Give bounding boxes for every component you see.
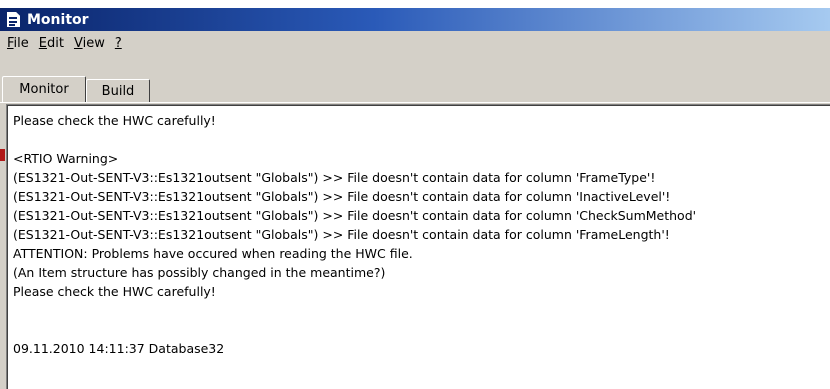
log-line: Please check the HWC carefully! <box>13 113 216 128</box>
tab-monitor[interactable]: Monitor <box>2 76 86 102</box>
log-line: <RTIO Warning> <box>13 151 119 166</box>
menu-bar: File Edit View ? <box>0 31 830 55</box>
log-line: 09.11.2010 14:11:37 Database32 <box>13 341 225 356</box>
tab-divider <box>0 102 830 103</box>
tab-strip: Monitor Build <box>0 55 830 105</box>
menu-help[interactable]: ? <box>110 36 127 51</box>
tab-build-label: Build <box>101 83 135 99</box>
menu-view[interactable]: View <box>69 36 110 51</box>
menu-file[interactable]: File <box>2 36 34 51</box>
menu-edit[interactable]: Edit <box>34 36 69 51</box>
log-output[interactable]: Please check the HWC carefully! <RTIO Wa… <box>6 104 830 389</box>
log-line: ATTENTION: Problems have occured when re… <box>13 246 413 261</box>
log-line: (ES1321-Out-SENT-V3::Es1321outsent "Glob… <box>13 170 656 185</box>
error-marker <box>0 149 5 161</box>
title-bar[interactable]: Monitor <box>0 8 830 31</box>
tab-monitor-label: Monitor <box>19 82 69 97</box>
log-line: (An Item structure has possibly changed … <box>13 265 386 280</box>
log-line: Please check the HWC carefully! <box>13 284 216 299</box>
log-line: (ES1321-Out-SENT-V3::Es1321outsent "Glob… <box>13 227 670 242</box>
log-line: (ES1321-Out-SENT-V3::Es1321outsent "Glob… <box>13 208 697 223</box>
document-icon <box>7 12 20 27</box>
window-title: Monitor <box>27 11 89 28</box>
tab-build[interactable]: Build <box>86 79 150 102</box>
log-line: (ES1321-Out-SENT-V3::Es1321outsent "Glob… <box>13 189 671 204</box>
